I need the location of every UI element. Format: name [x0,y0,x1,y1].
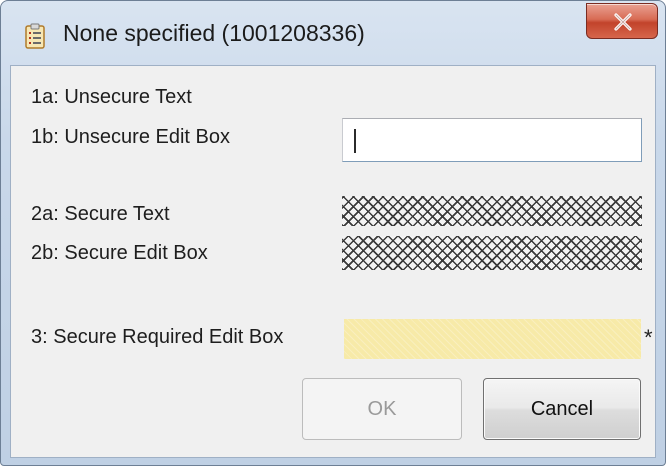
label-secure-edit-box: 2b: Secure Edit Box [31,242,208,264]
secure-text-mask [342,196,642,226]
required-marker: * [644,325,653,350]
text-caret [354,129,356,153]
label-secure-text: 2a: Secure Text [31,203,170,225]
ok-button-label: OK [367,397,397,420]
clipboard-icon [25,23,45,49]
window-title: None specified (1001208336) [63,20,365,46]
close-button[interactable] [586,3,658,39]
secure-edit-box[interactable] [342,236,642,270]
cancel-button[interactable]: Cancel [483,378,641,440]
secure-required-edit-box[interactable] [344,319,641,359]
dialog-client-area: 1a: Unsecure Text 1b: Unsecure Edit Box … [10,65,656,458]
title-bar[interactable]: None specified (1001208336) [1,1,665,65]
label-unsecure-text: 1a: Unsecure Text [31,86,192,108]
ok-button[interactable]: OK [302,378,462,440]
dialog-window: None specified (1001208336) 1a: Unsecure… [0,0,666,466]
cancel-button-label: Cancel [530,397,594,420]
label-secure-required-edit-box: 3: Secure Required Edit Box [31,326,284,348]
label-unsecure-edit-box: 1b: Unsecure Edit Box [31,126,230,148]
unsecure-edit-box[interactable] [342,118,642,162]
